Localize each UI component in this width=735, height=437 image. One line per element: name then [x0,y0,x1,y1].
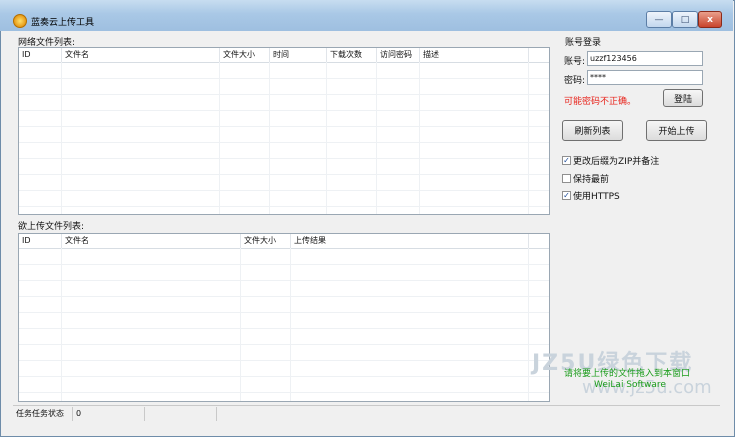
brand-label: WeiLai Software [594,380,666,390]
col-time[interactable]: 时间 [270,48,327,62]
account-input[interactable]: uzzf123456 [587,51,703,66]
col-id[interactable]: ID [19,234,62,248]
col-filesize[interactable]: 文件大小 [241,234,291,248]
status-bar: 任务任务状态 0 [13,405,720,422]
option-use-https[interactable]: ✓ 使用HTTPS [562,189,620,202]
status-value: 0 [73,407,145,421]
col-downloads[interactable]: 下载次数 [327,48,377,62]
password-input[interactable]: **** [587,70,703,85]
drop-hint: 请将要上传的文件拖入到本窗口 [564,369,691,379]
upload-list-header: ID 文件名 文件大小 上传结果 [19,234,549,249]
account-label: 账号: [564,57,586,67]
status-label: 任务任务状态 [13,407,73,421]
close-button[interactable]: x [698,11,722,28]
password-label: 密码: [564,76,586,86]
app-logo-icon [13,14,27,28]
col-filename[interactable]: 文件名 [62,234,241,248]
window-title: 蓝奏云上传工具 [31,18,95,28]
option-use-https-label: 使用HTTPS [573,192,620,202]
option-zip-rename[interactable]: ✓ 更改后缀为ZIP并备注 [562,154,659,167]
login-section-title: 账号登录 [565,38,602,48]
col-upload-result[interactable]: 上传结果 [291,234,529,248]
start-upload-button[interactable]: 开始上传 [646,120,707,141]
checkbox-zip-rename[interactable]: ✓ [562,156,571,165]
col-id[interactable]: ID [19,48,62,62]
maximize-button[interactable]: □ [672,11,698,28]
option-always-on-top-label: 保持最前 [573,175,610,185]
option-zip-rename-label: 更改后缀为ZIP并备注 [573,157,660,167]
login-button[interactable]: 登陆 [663,89,703,107]
upload-list-label: 欲上传文件列表: [18,222,85,232]
refresh-list-button[interactable]: 刷新列表 [562,120,623,141]
network-file-list[interactable]: ID 文件名 文件大小 时间 下载次数 访问密码 描述 [18,47,550,215]
checkbox-use-https[interactable]: ✓ [562,191,571,200]
minimize-button[interactable]: — [646,11,672,28]
status-cell-empty [145,407,217,421]
col-description[interactable]: 描述 [420,48,529,62]
upload-file-list[interactable]: ID 文件名 文件大小 上传结果 [18,233,550,402]
col-filename[interactable]: 文件名 [62,48,220,62]
col-password[interactable]: 访问密码 [377,48,420,62]
col-filesize[interactable]: 文件大小 [220,48,270,62]
network-list-header: ID 文件名 文件大小 时间 下载次数 访问密码 描述 [19,48,549,63]
checkbox-always-on-top[interactable] [562,174,571,183]
login-error-message: 可能密码不正确。 [564,97,637,107]
option-always-on-top[interactable]: 保持最前 [562,172,609,185]
title-bar[interactable] [0,0,733,31]
